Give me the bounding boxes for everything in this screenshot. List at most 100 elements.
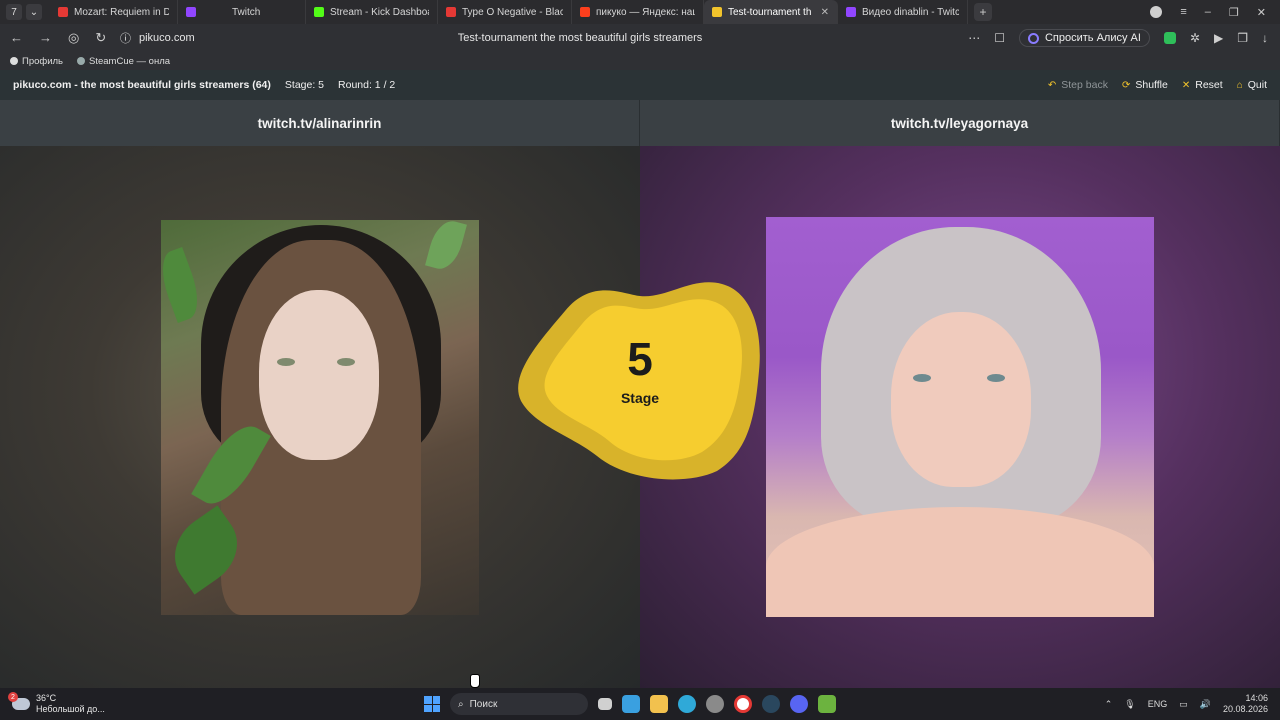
protect-icon[interactable]: ◎ bbox=[68, 30, 79, 46]
youtube-icon bbox=[446, 7, 456, 17]
browser-tab-4[interactable]: Type O Negative - Black N bbox=[438, 0, 572, 24]
clock-time: 14:06 bbox=[1245, 693, 1268, 703]
alice-label: Спросить Алису AI bbox=[1044, 32, 1141, 44]
forward-icon[interactable]: → bbox=[39, 30, 52, 46]
shuffle-label: Shuffle bbox=[1135, 79, 1168, 91]
photos-icon[interactable] bbox=[622, 695, 640, 713]
extensions-icon[interactable]: ✲ bbox=[1190, 31, 1200, 45]
site-info-icon[interactable]: ⓘ bbox=[120, 30, 131, 46]
clock[interactable]: 14:06 20.08.2026 bbox=[1223, 693, 1268, 715]
close-window-icon[interactable]: ✕ bbox=[1257, 6, 1266, 19]
more-icon[interactable]: ⋯ bbox=[968, 31, 980, 45]
collections-icon[interactable]: ❐ bbox=[1237, 31, 1248, 45]
nav-buttons: ← → ◎ ↻ bbox=[0, 30, 120, 46]
tab-label: Twitch bbox=[232, 6, 261, 18]
restore-icon[interactable]: ❐ bbox=[1229, 6, 1239, 19]
file-explorer-icon[interactable] bbox=[650, 695, 668, 713]
chevron-up-icon[interactable]: ⌃ bbox=[1105, 699, 1113, 710]
settings-icon[interactable] bbox=[706, 695, 724, 713]
taskbar-search[interactable]: ⌕ Поиск bbox=[450, 693, 588, 715]
tab-label: Type O Negative - Black N bbox=[462, 6, 563, 18]
search-label: Поиск bbox=[469, 698, 498, 710]
pikuco-icon bbox=[712, 7, 722, 17]
yandex-browser-icon[interactable] bbox=[734, 695, 752, 713]
menu-icon[interactable]: ≡ bbox=[1180, 6, 1186, 18]
tab-label: Mozart: Requiem in D Mino bbox=[74, 6, 169, 18]
bookmark-steamcue[interactable]: SteamCue — онла bbox=[77, 56, 170, 67]
yandex-icon bbox=[580, 7, 590, 17]
left-contestant-name[interactable]: twitch.tv/alinarinrin bbox=[0, 100, 640, 146]
minecraft-icon[interactable] bbox=[818, 695, 836, 713]
eye-shape bbox=[337, 358, 355, 366]
weather-temp: 36°C bbox=[36, 693, 57, 703]
kick-icon bbox=[314, 7, 324, 17]
browser-tab-7[interactable]: Видео dinablin - Twitch bbox=[838, 0, 968, 24]
round-indicator: Round: 1 / 2 bbox=[338, 79, 396, 91]
right-contestant-photo[interactable] bbox=[766, 217, 1154, 617]
weather-text: 36°C Небольшой до... bbox=[36, 693, 105, 715]
shoulders-shape bbox=[766, 507, 1154, 617]
shuffle-button[interactable]: ⟳ Shuffle bbox=[1122, 79, 1168, 91]
stage-number: 5 bbox=[627, 333, 653, 385]
discord-icon[interactable] bbox=[790, 695, 808, 713]
left-contestant-photo[interactable] bbox=[161, 220, 479, 615]
url-text: pikuco.com bbox=[139, 32, 195, 44]
task-view-icon[interactable] bbox=[598, 698, 612, 710]
browser-tab-2[interactable]: Twitch bbox=[178, 0, 306, 24]
tab-label: пикуко — Яндекс: нашлос bbox=[596, 6, 695, 18]
window-controls: ≡ – ❐ ✕ bbox=[1150, 6, 1280, 19]
browser-tab-6-active[interactable]: Test-tournament the m ✕ bbox=[704, 0, 838, 24]
url-field[interactable]: ⓘ pikuco.com bbox=[120, 30, 195, 46]
steam-icon bbox=[77, 57, 86, 65]
browser-tab-1[interactable]: Mozart: Requiem in D Mino bbox=[50, 0, 178, 24]
browser-tab-bar: 7 ⌄ Mozart: Requiem in D Mino Twitch Str… bbox=[0, 0, 1280, 24]
eye-shape bbox=[987, 374, 1005, 382]
taskbar-apps: ⌕ Поиск bbox=[424, 693, 836, 715]
back-icon[interactable]: ← bbox=[10, 30, 23, 46]
windows-start-icon[interactable] bbox=[424, 696, 440, 712]
close-tab-icon[interactable]: ✕ bbox=[821, 7, 829, 18]
contestant-names: twitch.tv/alinarinrin twitch.tv/leyagorn… bbox=[0, 100, 1280, 146]
minimize-icon[interactable]: – bbox=[1205, 6, 1211, 18]
profile-avatar[interactable] bbox=[1150, 6, 1163, 18]
home-icon: ⌂ bbox=[1236, 79, 1243, 91]
new-tab-icon[interactable]: + bbox=[974, 3, 992, 21]
bookmark-icon bbox=[10, 57, 18, 65]
system-tray: ⌃ 🎙 ENG ▭ 🔊 14:06 20.08.2026 bbox=[1105, 693, 1280, 715]
search-icon: ⌕ bbox=[458, 698, 464, 710]
ask-alice-button[interactable]: Спросить Алису AI bbox=[1018, 29, 1150, 47]
tabs-dropdown-icon[interactable]: ⌄ bbox=[26, 4, 42, 20]
browser-tab-5[interactable]: пикуко — Яндекс: нашлос bbox=[572, 0, 704, 24]
bookmark-profile[interactable]: Профиль bbox=[10, 56, 63, 67]
tab-label: Test-tournament the m bbox=[728, 6, 811, 18]
protect-shield-icon[interactable] bbox=[1163, 32, 1176, 44]
steam-icon[interactable] bbox=[762, 695, 780, 713]
quit-button[interactable]: ⌂ Quit bbox=[1237, 79, 1267, 91]
media-icon[interactable]: ▶ bbox=[1214, 31, 1223, 45]
shuffle-icon: ⟳ bbox=[1121, 79, 1131, 91]
network-icon[interactable]: ▭ bbox=[1179, 699, 1188, 710]
reset-button[interactable]: ✕ Reset bbox=[1182, 79, 1223, 91]
stage-label: Stage bbox=[620, 390, 660, 406]
browser-tab-3[interactable]: Stream - Kick Dashboard bbox=[306, 0, 438, 24]
step-back-button[interactable]: ↶ Step back bbox=[1048, 79, 1108, 91]
quit-label: Quit bbox=[1247, 79, 1267, 91]
tab-label: Stream - Kick Dashboard bbox=[330, 6, 429, 18]
weather-widget[interactable]: 2 36°C Небольшой до... bbox=[0, 692, 300, 715]
address-page-title: Test-tournament the most beautiful girls… bbox=[457, 32, 703, 44]
face-shape bbox=[891, 312, 1031, 487]
language-indicator[interactable]: ENG bbox=[1148, 699, 1168, 709]
weather-icon: 2 bbox=[8, 692, 30, 710]
header-actions: ↶ Step back ⟳ Shuffle ✕ Reset ⌂ Quit bbox=[1048, 79, 1267, 91]
edge-icon[interactable] bbox=[678, 695, 696, 713]
right-contestant-name[interactable]: twitch.tv/leyagornaya bbox=[640, 100, 1280, 146]
bookmark-label: SteamCue — онла bbox=[89, 55, 171, 67]
microphone-icon[interactable]: 🎙 bbox=[1124, 699, 1135, 710]
app-menu-icon[interactable]: 7 bbox=[6, 4, 22, 20]
bookmark-icon[interactable]: ☐ bbox=[994, 31, 1005, 45]
windows-taskbar: 2 36°C Небольшой до... ⌕ Поиск ⌃ 🎙 ENG ▭… bbox=[0, 688, 1280, 720]
volume-icon[interactable]: 🔊 bbox=[1200, 699, 1211, 710]
reload-icon[interactable]: ↻ bbox=[95, 30, 106, 46]
twitch-icon bbox=[846, 7, 856, 17]
download-icon[interactable]: ↓ bbox=[1262, 31, 1268, 45]
